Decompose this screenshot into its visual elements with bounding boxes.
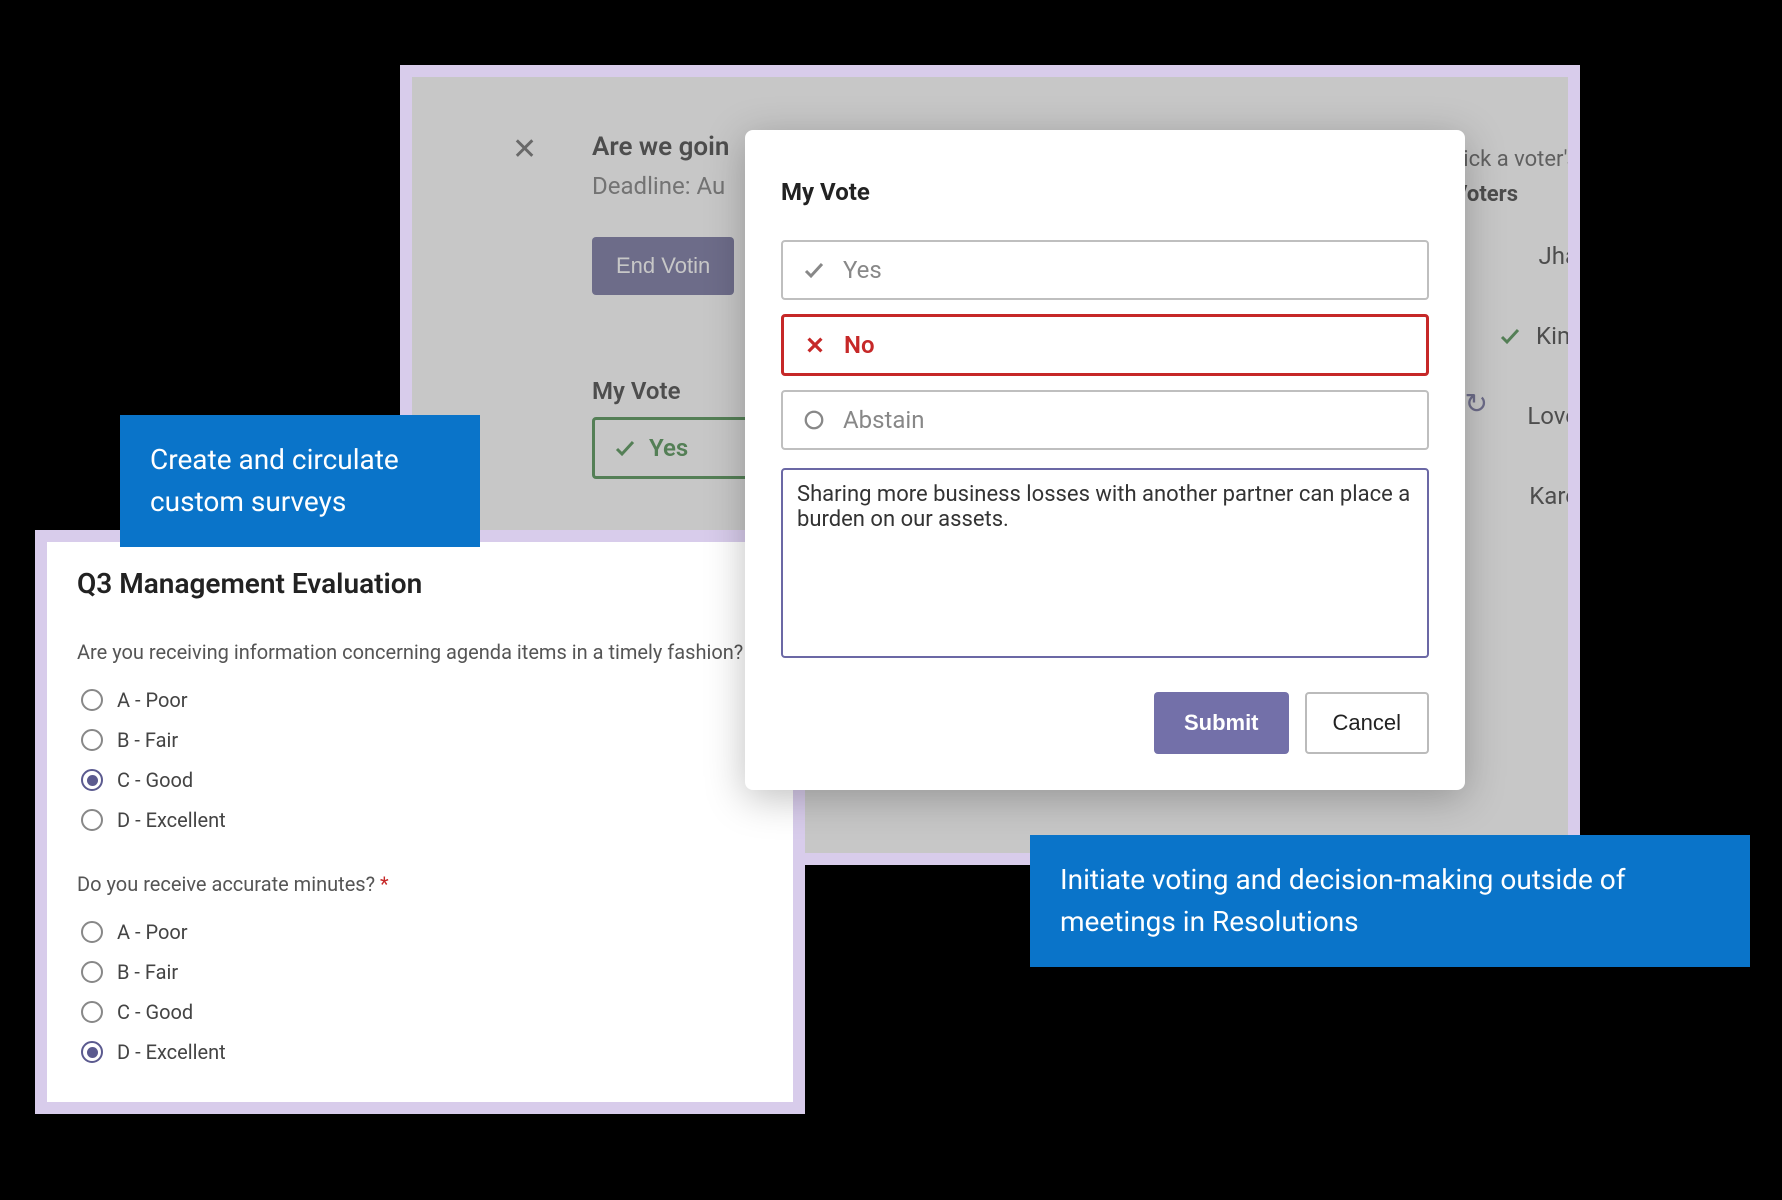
vote-option-label: Yes xyxy=(843,256,882,284)
close-icon[interactable]: ✕ xyxy=(512,132,537,167)
close-icon xyxy=(802,334,828,356)
voter-row[interactable]: Kare xyxy=(1529,482,1568,510)
callout-surveys: Create and circulate custom surveys xyxy=(120,415,480,547)
radio-icon xyxy=(81,921,103,943)
callout-voting: Initiate voting and decision-making outs… xyxy=(1030,835,1750,967)
survey-option[interactable]: C - Good xyxy=(77,992,763,1032)
vote-option-yes[interactable]: Yes xyxy=(781,240,1429,300)
check-icon xyxy=(613,436,637,460)
survey-title: Q3 Management Evaluation xyxy=(77,567,763,600)
modal-actions: Submit Cancel xyxy=(781,692,1429,754)
survey-question-text: Do you receive accurate minutes? xyxy=(77,872,375,896)
resolution-deadline: Deadline: Au xyxy=(592,172,725,200)
voter-name: Kare xyxy=(1529,482,1568,510)
voter-row[interactable]: Jha xyxy=(1538,242,1568,270)
my-vote-heading: My Vote xyxy=(592,377,681,405)
survey-option[interactable]: B - Fair xyxy=(77,952,763,992)
survey-option-label: A - Poor xyxy=(117,688,188,712)
vote-option-abstain[interactable]: Abstain xyxy=(781,390,1429,450)
radio-icon xyxy=(81,729,103,751)
circle-icon xyxy=(801,409,827,431)
radio-icon xyxy=(81,809,103,831)
my-vote-yes-label: Yes xyxy=(649,434,688,462)
radio-icon xyxy=(81,961,103,983)
voter-name: Kim xyxy=(1536,322,1568,350)
survey-question: Do you receive accurate minutes? * xyxy=(77,872,763,896)
radio-icon xyxy=(81,689,103,711)
survey-option-label: B - Fair xyxy=(117,728,178,752)
check-icon xyxy=(1498,324,1522,348)
vote-option-no[interactable]: No xyxy=(781,314,1429,376)
survey-option[interactable]: D - Excellent xyxy=(77,800,763,840)
survey-option-label: B - Fair xyxy=(117,960,178,984)
survey-option-label: C - Good xyxy=(117,768,193,792)
my-vote-modal: My Vote Yes No Abstain Submit Cancel xyxy=(745,130,1465,790)
radio-icon xyxy=(81,769,103,791)
vote-option-label: Abstain xyxy=(843,406,925,434)
cancel-button[interactable]: Cancel xyxy=(1305,692,1429,754)
radio-icon xyxy=(81,1041,103,1063)
survey-option[interactable]: A - Poor xyxy=(77,912,763,952)
survey-option-label: D - Excellent xyxy=(117,808,226,832)
survey-frame: Q3 Management Evaluation Are you receivi… xyxy=(35,530,805,1114)
required-mark: * xyxy=(380,872,389,896)
survey-option-label: D - Excellent xyxy=(117,1040,226,1064)
submit-button[interactable]: Submit xyxy=(1154,692,1289,754)
survey-option[interactable]: C - Good xyxy=(77,760,763,800)
survey-question: Are you receiving information concerning… xyxy=(77,640,763,664)
voter-row[interactable]: Love xyxy=(1527,402,1568,430)
refresh-icon[interactable]: ↻ xyxy=(1465,387,1488,420)
survey-panel: Q3 Management Evaluation Are you receivi… xyxy=(47,542,793,1102)
survey-option[interactable]: A - Poor xyxy=(77,680,763,720)
vote-option-label: No xyxy=(844,331,875,359)
end-voting-button[interactable]: End Votin xyxy=(592,237,734,295)
vote-comment-input[interactable] xyxy=(781,468,1429,658)
survey-option-label: C - Good xyxy=(117,1000,193,1024)
modal-title: My Vote xyxy=(781,178,1429,206)
survey-question-text: Are you receiving information concerning… xyxy=(77,640,743,664)
survey-option-label: A - Poor xyxy=(117,920,188,944)
survey-option[interactable]: D - Excellent xyxy=(77,1032,763,1072)
survey-option[interactable]: B - Fair xyxy=(77,720,763,760)
voter-row[interactable]: Kim xyxy=(1498,322,1568,350)
radio-icon xyxy=(81,1001,103,1023)
voter-name: Love xyxy=(1527,402,1568,430)
check-icon xyxy=(801,258,827,282)
resolution-question-title: Are we goin xyxy=(592,132,729,162)
voter-name: Jha xyxy=(1538,242,1568,270)
